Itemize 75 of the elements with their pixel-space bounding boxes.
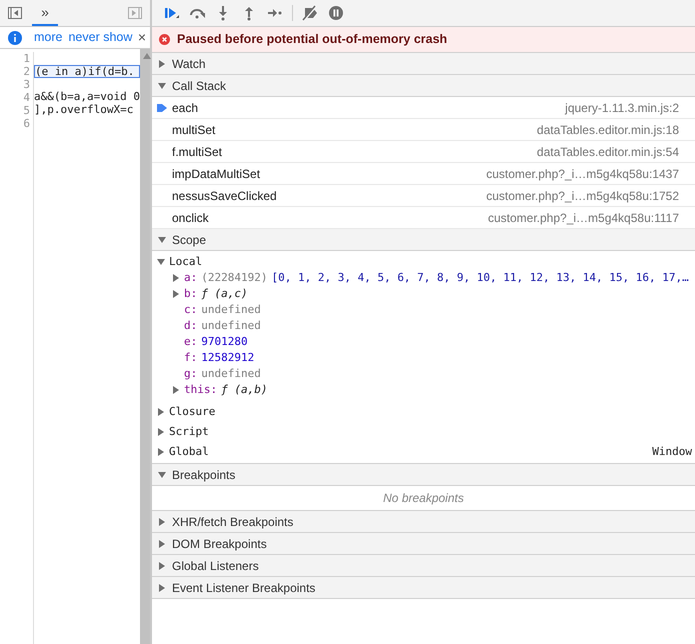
error-icon (159, 34, 170, 45)
section-header[interactable]: Breakpoints (152, 464, 695, 486)
frame-location[interactable]: dataTables.editor.min.js:18 (536, 120, 679, 138)
section-header[interactable]: Scope (152, 229, 695, 251)
code-line: (e in a)if(d=b. (35, 65, 134, 78)
scope-value: Window (652, 444, 692, 460)
scope-name[interactable]: Local (169, 254, 202, 270)
scope-name[interactable]: Global (169, 444, 209, 460)
frame-location[interactable]: customer.php?_i…m5g4kq58u:1752 (486, 186, 679, 204)
frame-name: each (172, 100, 198, 116)
frame-name: f.multiSet (172, 144, 222, 160)
section-header[interactable]: Event Listener Breakpoints (152, 577, 695, 599)
variable-value: undefined (201, 318, 261, 334)
variable-name: c: (184, 302, 198, 318)
line-number: 6 (22, 117, 31, 130)
expanded-triangle-icon[interactable] (157, 258, 165, 266)
frame-name: nessusSaveClicked (172, 188, 277, 204)
collapsed-triangle-icon[interactable] (157, 448, 165, 456)
line-number: 4 (22, 91, 31, 104)
variable-name: e: (184, 334, 198, 350)
info-link[interactable]: more (34, 28, 62, 47)
collapsed-triangle-icon[interactable] (157, 428, 165, 436)
variable-name: a: (184, 270, 198, 286)
section-header[interactable]: Call Stack (152, 75, 695, 97)
line-number: 2 (22, 65, 31, 78)
close-button[interactable]: × (138, 27, 146, 48)
variable-value: ƒ (a,c) (201, 286, 248, 302)
variable-value: undefined (201, 366, 261, 382)
variable-name: b: (184, 286, 198, 302)
empty-message: No breakpoints (383, 490, 464, 507)
collapsed-triangle-icon[interactable] (158, 518, 166, 526)
variable-name: f: (184, 350, 198, 366)
variable-name: g: (184, 366, 198, 382)
collapsed-triangle-icon[interactable] (158, 540, 166, 548)
collapsed-triangle-icon[interactable] (172, 386, 180, 394)
section-header[interactable]: XHR/fetch Breakpoints (152, 511, 695, 533)
line-number: 5 (22, 104, 31, 117)
scope-name[interactable]: Closure (169, 404, 216, 420)
variable-value: [0, 1, 2, 3, 4, 5, 6, 7, 8, 9, 10, 11, 12, 13, 14, 15, 16, 17,… (271, 270, 689, 286)
variable-value: undefined (201, 302, 261, 318)
collapsed-triangle-icon[interactable] (157, 408, 165, 416)
expanded-triangle-icon[interactable] (158, 82, 166, 90)
frame-location[interactable]: jquery-1.11.3.min.js:2 (565, 98, 679, 116)
line-number: 1 (22, 52, 31, 65)
frame-location[interactable]: customer.php?_i…m5g4kq58u:1437 (486, 164, 679, 182)
variable-name: d: (184, 318, 198, 334)
code-line: a&&(b=a,a=void 0 (34, 90, 140, 103)
variable-value: 12582912 (201, 350, 254, 366)
expanded-triangle-icon[interactable] (158, 470, 166, 478)
frame-name: onclick (172, 210, 209, 226)
section-header[interactable]: DOM Breakpoints (152, 533, 695, 555)
variable-value: ƒ (a,b) (221, 382, 268, 398)
frame-location[interactable]: customer.php?_i…m5g4kq58u:1117 (488, 208, 679, 226)
scrollbar[interactable] (140, 49, 150, 644)
collapsed-triangle-icon[interactable] (172, 274, 180, 282)
collapsed-triangle-icon[interactable] (158, 584, 166, 592)
more-tabs-button[interactable]: » (32, 0, 58, 26)
frame-name: impDataMultiSet (172, 166, 260, 182)
info-link[interactable]: never show (68, 28, 132, 47)
frame-location[interactable]: dataTables.editor.min.js:54 (536, 142, 679, 160)
expanded-triangle-icon[interactable] (158, 236, 166, 244)
info-icon (8, 30, 22, 44)
frame-name: multiSet (172, 122, 216, 138)
array-length: (22284192) (201, 270, 268, 286)
collapsed-triangle-icon[interactable] (158, 562, 166, 570)
variable-value: 9701280 (201, 334, 248, 350)
code-line: ],p.overflowX=c (34, 103, 134, 116)
collapsed-triangle-icon[interactable] (158, 60, 166, 68)
line-number: 3 (22, 78, 31, 91)
pause-message: Paused before potential out-of-memory crash (177, 31, 448, 48)
variable-name: this: (184, 382, 218, 398)
section-header[interactable]: Watch (152, 53, 695, 75)
collapsed-triangle-icon[interactable] (172, 290, 180, 298)
section-header[interactable]: Global Listeners (152, 555, 695, 577)
scope-name[interactable]: Script (169, 424, 209, 440)
